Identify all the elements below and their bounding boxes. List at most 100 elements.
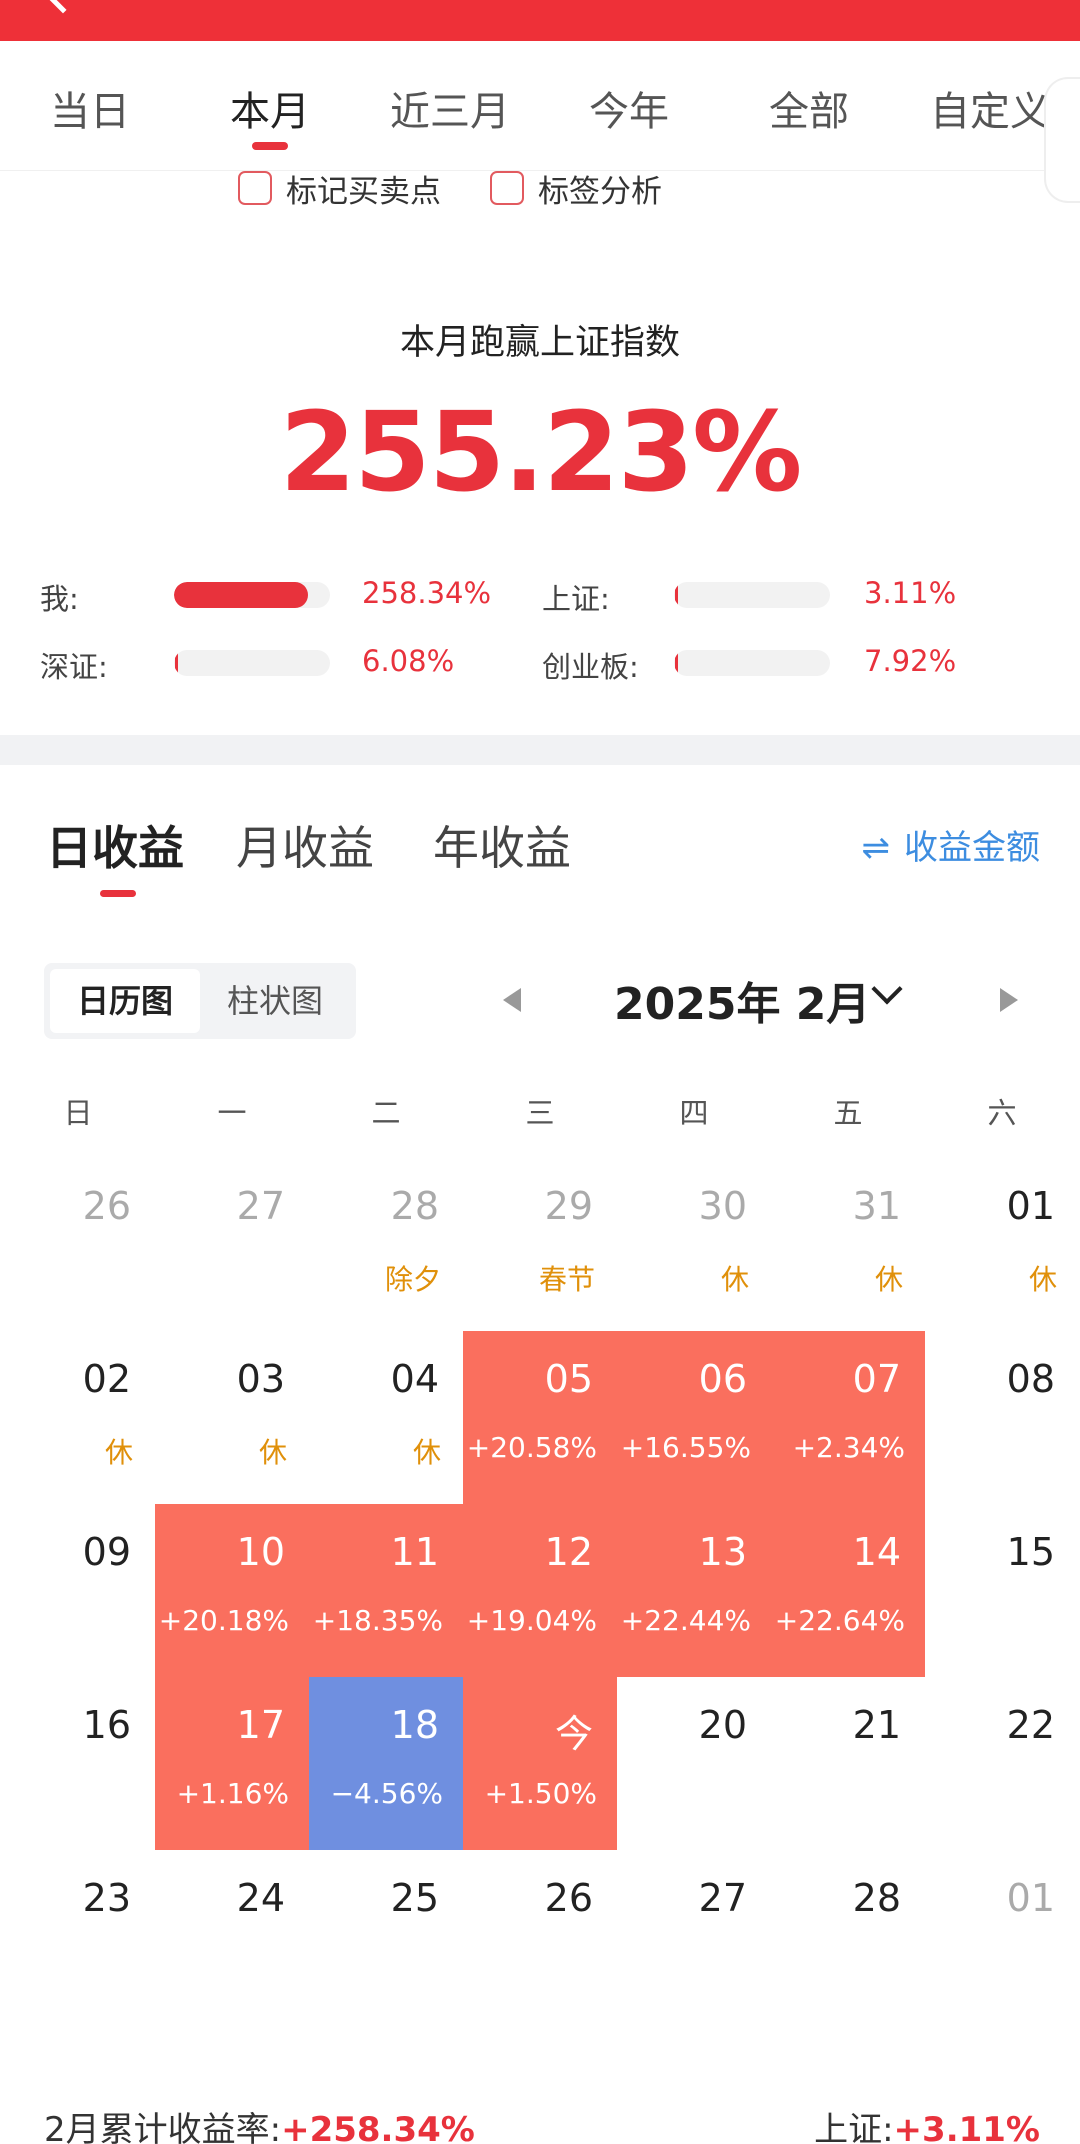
calendar-day-cell[interactable]: 31 休 bbox=[771, 1158, 925, 1331]
calendar-day-cell[interactable]: 25 bbox=[309, 1850, 463, 2023]
calendar-day-cell[interactable]: 04 休 bbox=[309, 1331, 463, 1504]
calendar-day-cell[interactable]: 02 休 bbox=[1, 1331, 155, 1504]
calendar-day-return: −4.56% bbox=[330, 1777, 443, 1810]
calendar-day-number: 09 bbox=[82, 1530, 131, 1574]
calendar-day-number: 28 bbox=[390, 1184, 439, 1228]
tab-monthly-earnings[interactable]: 月收益 bbox=[236, 812, 374, 878]
tab-custom[interactable]: 自定义 bbox=[930, 79, 1050, 137]
calendar-day-cell[interactable]: 27 bbox=[155, 1158, 309, 1331]
earnings-amount-toggle[interactable]: ⇌ 收益金额 bbox=[862, 820, 1041, 869]
calendar-day-cell[interactable]: 14 +22.64% bbox=[771, 1504, 925, 1677]
calendar-day-number: 12 bbox=[544, 1530, 593, 1574]
calendar-day-number: 15 bbox=[1006, 1530, 1055, 1574]
tab-this-month[interactable]: 本月 bbox=[230, 79, 310, 137]
calendar-day-number: 03 bbox=[236, 1357, 285, 1401]
compare-label-shanghai: 上证: bbox=[542, 582, 610, 616]
earnings-calendar: 26 27 28 除夕 29 春节 30 休 31 休 01 休 02 休 03 休 04 休 05 +20.58% 0… bbox=[0, 1158, 1080, 1920]
calendar-day-cell[interactable]: 08 bbox=[925, 1331, 1079, 1504]
tab-yearly-earnings[interactable]: 年收益 bbox=[433, 812, 571, 878]
calendar-day-cell[interactable]: 28 bbox=[771, 1850, 925, 2023]
calendar-day-cell[interactable]: 27 bbox=[617, 1850, 771, 2023]
monthly-return-value: +258.34% bbox=[281, 2110, 475, 2144]
mark-trades-checkbox[interactable]: 标记买卖点 bbox=[238, 170, 441, 210]
checkbox-icon bbox=[490, 171, 524, 205]
tag-analysis-checkbox[interactable]: 标签分析 bbox=[490, 170, 662, 210]
calendar-day-cell[interactable]: 28 除夕 bbox=[309, 1158, 463, 1331]
calendar-day-number: 01 bbox=[1006, 1876, 1055, 1920]
calendar-day-number: 25 bbox=[390, 1876, 439, 1920]
calendar-day-number: 26 bbox=[544, 1876, 593, 1920]
calendar-day-cell[interactable]: 11 +18.35% bbox=[309, 1504, 463, 1677]
calendar-day-cell[interactable]: 13 +22.44% bbox=[617, 1504, 771, 1677]
calendar-day-cell[interactable]: 15 bbox=[925, 1504, 1079, 1677]
calendar-day-return: +1.16% bbox=[176, 1777, 289, 1810]
calendar-day-number: 07 bbox=[852, 1357, 901, 1401]
calendar-day-cell[interactable]: 05 +20.58% bbox=[463, 1331, 617, 1504]
calendar-day-cell[interactable]: 09 bbox=[1, 1504, 155, 1677]
calendar-day-number: 21 bbox=[852, 1703, 901, 1747]
calendar-day-cell[interactable]: 26 bbox=[1, 1158, 155, 1331]
calendar-day-number: 24 bbox=[236, 1876, 285, 1920]
next-month-icon[interactable] bbox=[1000, 988, 1018, 1012]
compare-value-chinext: 7.92% bbox=[864, 644, 957, 678]
tab-all[interactable]: 全部 bbox=[769, 79, 849, 137]
calendar-day-number: 05 bbox=[544, 1357, 593, 1401]
calendar-day-cell[interactable]: 10 +20.18% bbox=[155, 1504, 309, 1677]
calendar-day-cell[interactable]: 01 bbox=[925, 1850, 1079, 2023]
calendar-day-return: +20.18% bbox=[158, 1604, 289, 1637]
swap-arrows-icon: ⇌ bbox=[861, 828, 891, 868]
monthly-return-label: 2月累计收益率: bbox=[44, 2110, 282, 2144]
tab-this-year[interactable]: 今年 bbox=[589, 79, 669, 137]
calendar-day-cell[interactable]: 03 休 bbox=[155, 1331, 309, 1504]
calendar-day-number: 10 bbox=[236, 1530, 285, 1574]
calendar-day-number: 04 bbox=[390, 1357, 439, 1401]
tabs-scroll-edge bbox=[1044, 77, 1080, 203]
tab-daily-earnings[interactable]: 日收益 bbox=[46, 812, 184, 878]
bar-view-button[interactable]: 柱状图 bbox=[200, 969, 350, 1033]
earnings-amount-label: 收益金额 bbox=[904, 828, 1040, 868]
back-arrow-icon[interactable] bbox=[44, 0, 82, 14]
calendar-day-cell[interactable]: 24 bbox=[155, 1850, 309, 2023]
calendar-day-number: 02 bbox=[82, 1357, 131, 1401]
compare-tick-shanghai bbox=[675, 582, 678, 608]
calendar-day-cell[interactable]: 23 bbox=[1, 1850, 155, 2023]
calendar-day-number: 14 bbox=[852, 1530, 901, 1574]
calendar-day-cell[interactable]: 12 +19.04% bbox=[463, 1504, 617, 1677]
tab-three-months[interactable]: 近三月 bbox=[390, 79, 510, 137]
calendar-day-cell[interactable]: 01 休 bbox=[925, 1158, 1079, 1331]
month-selector[interactable]: 2025年 2月 bbox=[614, 968, 870, 1032]
calendar-day-cell[interactable]: 16 bbox=[1, 1677, 155, 1850]
calendar-day-cell[interactable]: 21 bbox=[771, 1677, 925, 1850]
calendar-day-cell[interactable]: 29 春节 bbox=[463, 1158, 617, 1331]
calendar-day-cell[interactable]: 26 bbox=[463, 1850, 617, 2023]
index-return-summary: 上证:+3.11% bbox=[814, 2102, 1040, 2144]
calendar-day-cell[interactable]: 20 bbox=[617, 1677, 771, 1850]
tab-today[interactable]: 当日 bbox=[50, 79, 130, 137]
calendar-day-cell[interactable]: 18 −4.56% bbox=[309, 1677, 463, 1850]
calendar-day-number: 06 bbox=[698, 1357, 747, 1401]
calendar-day-note: 休 bbox=[874, 1263, 903, 1296]
calendar-day-number: 20 bbox=[698, 1703, 747, 1747]
calendar-day-number: 22 bbox=[1006, 1703, 1055, 1747]
calendar-day-return: +20.58% bbox=[466, 1431, 597, 1464]
compare-bar-shenzhen bbox=[174, 650, 330, 676]
chevron-down-icon[interactable] bbox=[871, 973, 903, 1005]
calendar-day-note: 春节 bbox=[538, 1263, 595, 1296]
compare-tick-chinext bbox=[675, 650, 678, 676]
calendar-day-number: 31 bbox=[852, 1184, 901, 1228]
active-tab-indicator bbox=[252, 142, 288, 150]
calendar-day-cell[interactable]: 今 +1.50% bbox=[463, 1677, 617, 1850]
calendar-day-return: +1.50% bbox=[484, 1777, 597, 1810]
index-return-value: +3.11% bbox=[893, 2110, 1040, 2144]
beat-index-value: 255.23% bbox=[279, 388, 803, 516]
calendar-day-cell[interactable]: 06 +16.55% bbox=[617, 1331, 771, 1504]
compare-bar-chinext bbox=[674, 650, 830, 676]
calendar-day-return: +16.55% bbox=[620, 1431, 751, 1464]
calendar-day-cell[interactable]: 30 休 bbox=[617, 1158, 771, 1331]
calendar-view-button[interactable]: 日历图 bbox=[50, 969, 200, 1033]
calendar-day-cell[interactable]: 22 bbox=[925, 1677, 1079, 1850]
calendar-day-number: 今 bbox=[554, 1712, 593, 1756]
prev-month-icon[interactable] bbox=[503, 988, 521, 1012]
calendar-day-cell[interactable]: 17 +1.16% bbox=[155, 1677, 309, 1850]
calendar-day-cell[interactable]: 07 +2.34% bbox=[771, 1331, 925, 1504]
